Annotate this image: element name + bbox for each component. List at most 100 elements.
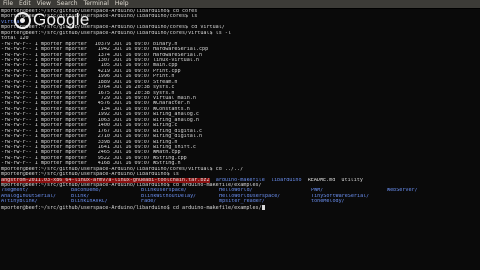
menu-help[interactable]: Help: [115, 0, 129, 8]
file-permissions: -rw-rw-r--: [1, 74, 32, 80]
menu-search[interactable]: Search: [57, 0, 78, 8]
google-watermark-text: Google: [33, 10, 90, 29]
file-name: WString.h: [152, 161, 181, 167]
file-permissions: -rw-rw-r--: [1, 79, 32, 85]
file-name: wiring_analog.c: [152, 112, 199, 118]
file-group: mporter: [65, 52, 87, 58]
file-date: Jul 16 09:07: [113, 117, 150, 123]
menu-file[interactable]: File: [3, 0, 13, 8]
file-group: mporter: [65, 63, 87, 69]
file-owner: mporter: [40, 144, 63, 150]
file-name: HardwareSerial.cpp: [152, 47, 209, 53]
file-owner: mporter: [40, 134, 63, 140]
file-owner: mporter: [40, 150, 63, 156]
file-links: 1: [34, 57, 38, 63]
file-permissions: -rw-rw-r--: [1, 47, 32, 53]
file-group: mporter: [65, 155, 87, 161]
file-name: sysfs.c: [152, 85, 175, 91]
file-group: mporter: [65, 74, 87, 80]
file-links: 1: [34, 90, 38, 96]
file-links: 1: [34, 112, 38, 118]
file-name: main.cpp: [152, 63, 178, 69]
file-date: Jul 16 09:07: [113, 68, 150, 74]
file-name: sysfs.h: [152, 90, 175, 96]
file-name: Print.cpp: [152, 68, 181, 74]
terminal-menubar: File Edit View Search Terminal Help: [0, 0, 480, 8]
toolchain-archive: angstrom-2011.03-x86_64-linux-armv7a-lin…: [1, 177, 210, 183]
file-permissions: -rw-rw-r--: [1, 150, 32, 156]
file-owner: mporter: [40, 128, 63, 134]
file-links: 1: [34, 52, 38, 58]
prompt-command: :~/src/github/userspace-Arduino/libardui…: [37, 183, 262, 188]
menu-terminal[interactable]: Terminal: [84, 0, 109, 8]
file-owner: mporter: [40, 47, 63, 53]
file-group: mporter: [65, 161, 87, 167]
file-name: wiring.h: [152, 139, 178, 145]
prompt-command: :~/src/github/userspace-Arduino/libardui…: [37, 204, 262, 211]
example-dir: toneMelody/: [311, 199, 345, 205]
file-date: Jul 16 09:07: [113, 123, 150, 129]
menu-view[interactable]: View: [37, 0, 51, 8]
file-date: Jul 16 09:07: [113, 96, 150, 101]
file-date: Jul 16 09:07: [113, 63, 150, 69]
file-date: Jul 16 09:07: [113, 139, 150, 145]
file-permissions: -rw-rw-r--: [1, 85, 32, 91]
prompt-user: mporter@beef: [1, 204, 38, 211]
terminal-output[interactable]: mporter@beef:~/src/github/userspace-Ardu…: [0, 9, 480, 270]
file-date: Jul 16 09:07: [113, 155, 150, 161]
file-owner: mporter: [40, 117, 63, 123]
file-name: linux-virtual.h: [152, 57, 199, 63]
file-group: mporter: [65, 128, 87, 134]
file-owner: mporter: [40, 74, 63, 80]
file-group: mporter: [65, 47, 87, 53]
file-owner: mporter: [40, 63, 63, 69]
file-owner: mporter: [40, 112, 63, 118]
file-links: 1: [34, 41, 38, 47]
file-links: 1: [34, 150, 38, 156]
file-owner: mporter: [40, 101, 63, 107]
file-permissions: -rw-rw-r--: [1, 52, 32, 58]
file-date: Jul 16 09:07: [113, 41, 150, 47]
menu-edit[interactable]: Edit: [19, 0, 31, 8]
file-permissions: -rw-rw-r--: [1, 90, 32, 96]
file-owner: mporter: [40, 52, 63, 58]
prompt-user: mporter@beef: [1, 30, 38, 36]
file-links: 1: [34, 47, 38, 53]
file-name: Stream.h: [152, 79, 178, 85]
file-name: wiring_analog.h: [152, 117, 199, 123]
file-permissions: -rw-rw-r--: [1, 112, 32, 118]
file-name: wiring.c: [152, 123, 178, 129]
google-watermark: Google: [14, 10, 90, 30]
file-group: mporter: [65, 96, 87, 101]
file-name: WConstants.h: [152, 106, 190, 112]
file-date: Jul 16 09:07: [113, 52, 150, 58]
file-permissions: -rw-rw-r--: [1, 63, 32, 69]
file-date: Jul 16 09:07: [113, 134, 150, 140]
file-links: 1: [34, 96, 38, 101]
file-date: Jul 16 09:07: [113, 106, 150, 112]
file-owner: mporter: [40, 123, 63, 129]
file-name: WCharacter.h: [152, 101, 190, 107]
file-owner: mporter: [40, 155, 63, 161]
file-links: 1: [34, 68, 38, 74]
file-date: Jul 16 09:07: [113, 150, 150, 156]
file-owner: mporter: [40, 41, 63, 47]
file-group: mporter: [65, 139, 87, 145]
file-links: 1: [34, 74, 38, 80]
file-name: wiring_shift.c: [152, 144, 196, 150]
terminal-line: mporter@beef:~/src/github/userspace-Ardu…: [0, 204, 480, 211]
file-links: 1: [34, 144, 38, 150]
file-date: Jul 16 09:07: [113, 74, 150, 80]
google-logo-icon: [14, 11, 31, 29]
file-name: wiring_digital.c: [152, 128, 203, 134]
file-name: wiring_digital.h: [152, 134, 203, 140]
file-owner: mporter: [40, 139, 63, 145]
prompt-user: mporter@beef: [1, 172, 38, 178]
file-links: 1: [34, 155, 38, 161]
output-text: total 120: [1, 36, 29, 42]
file-date: Jul 16 09:07: [113, 57, 150, 63]
file-links: 1: [34, 85, 38, 91]
file-permissions: -rw-rw-r--: [1, 134, 32, 140]
file-name: WMath.cpp: [152, 150, 181, 156]
file-group: mporter: [65, 79, 87, 85]
